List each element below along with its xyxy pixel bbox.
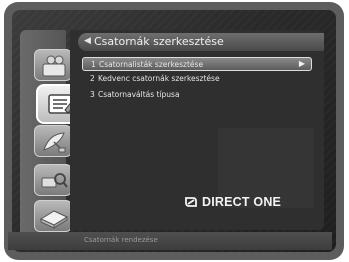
back-arrow-icon[interactable]: ◀: [84, 36, 91, 46]
menu-item-channel-switch-type[interactable]: 3 Csatornaváltás típusa: [82, 88, 312, 102]
brand-mark-icon: [185, 197, 197, 207]
menu-item-label: Csatornaváltás típusa: [98, 90, 180, 99]
search-icon[interactable]: [34, 164, 72, 196]
system-icon[interactable]: [34, 200, 72, 232]
menu-item-label: Kedvenc csatornák szerkesztése: [98, 74, 220, 83]
installation-icon[interactable]: [34, 49, 72, 81]
menu-item-favorite-channels[interactable]: 2 Kedvenc csatornák szerkesztése: [82, 72, 312, 86]
brand-name: DIRECT ONE: [202, 195, 282, 209]
status-bar: Csatornák rendezése: [8, 232, 332, 250]
menu-item-label: Csatornalisták szerkesztése: [99, 60, 204, 69]
panel-header: ◀ Csatornák szerkesztése: [78, 33, 324, 51]
chevron-right-icon: ▶: [298, 59, 305, 68]
menu-item-number: 3: [90, 90, 95, 99]
menu-item-channel-lists[interactable]: 1 Csatornalisták szerkesztése ▶: [82, 57, 312, 71]
satellite-icon[interactable]: [34, 125, 72, 157]
footer-hint: Csatornák rendezése: [84, 236, 158, 244]
menu-item-number: 1: [91, 60, 96, 69]
menu-item-number: 2: [90, 74, 95, 83]
page-title: Csatornák szerkesztése: [94, 35, 224, 48]
brand-logo: DIRECT ONE: [184, 194, 281, 210]
